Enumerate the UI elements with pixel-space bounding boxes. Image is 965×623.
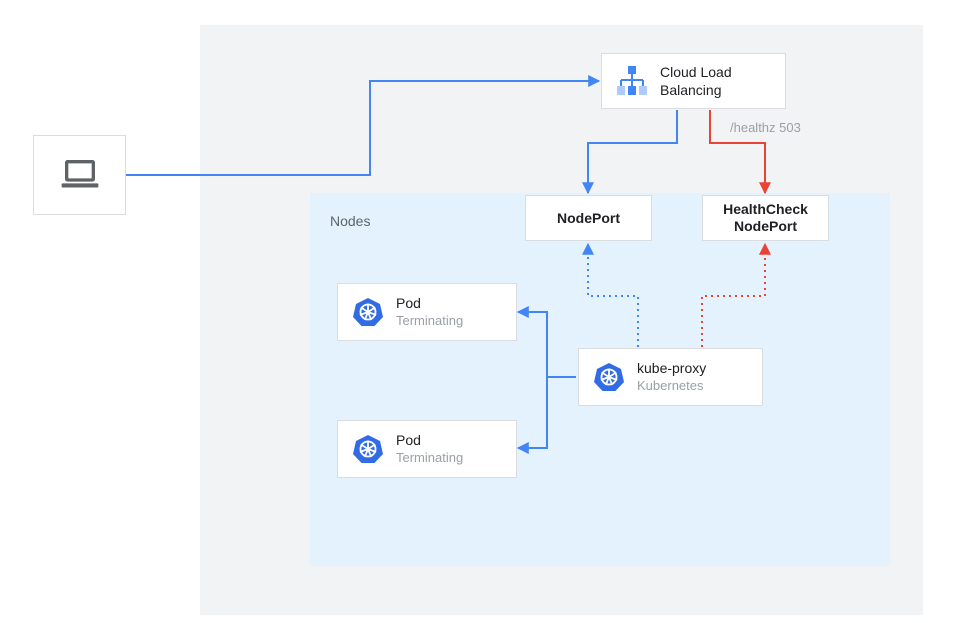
pod2-title: Pod [396,431,463,449]
edge-label-healthz: /healthz 503 [730,120,801,135]
pod1-title: Pod [396,294,463,312]
laptop-icon [60,155,100,195]
cloud-load-balancing-node: Cloud Load Balancing [601,53,786,109]
kube-proxy-node: kube-proxy Kubernetes [578,348,763,406]
pod-node-2: Pod Terminating [337,420,517,478]
kubernetes-icon [348,297,388,327]
kube-proxy-subtitle: Kubernetes [637,378,706,395]
nodes-panel-label: Nodes [330,213,370,229]
hcnp-line1: HealthCheck [723,201,808,217]
kube-proxy-title: kube-proxy [637,359,706,377]
healthcheck-nodeport-node: HealthCheck NodePort [702,195,829,241]
hcnp-line2: NodePort [734,218,797,234]
clb-title-line1: Cloud Load [660,63,732,81]
clb-title-line2: Balancing [660,81,732,99]
kubernetes-icon [589,362,629,392]
pod2-subtitle: Terminating [396,450,463,467]
pod1-subtitle: Terminating [396,313,463,330]
nodeport-label: NodePort [526,209,651,227]
client-node [33,135,126,215]
nodeport-node: NodePort [525,195,652,241]
cloud-lb-icon [612,64,652,98]
kubernetes-icon [348,434,388,464]
pod-node-1: Pod Terminating [337,283,517,341]
diagram-stage: Nodes Cloud Load Ba [0,0,965,623]
